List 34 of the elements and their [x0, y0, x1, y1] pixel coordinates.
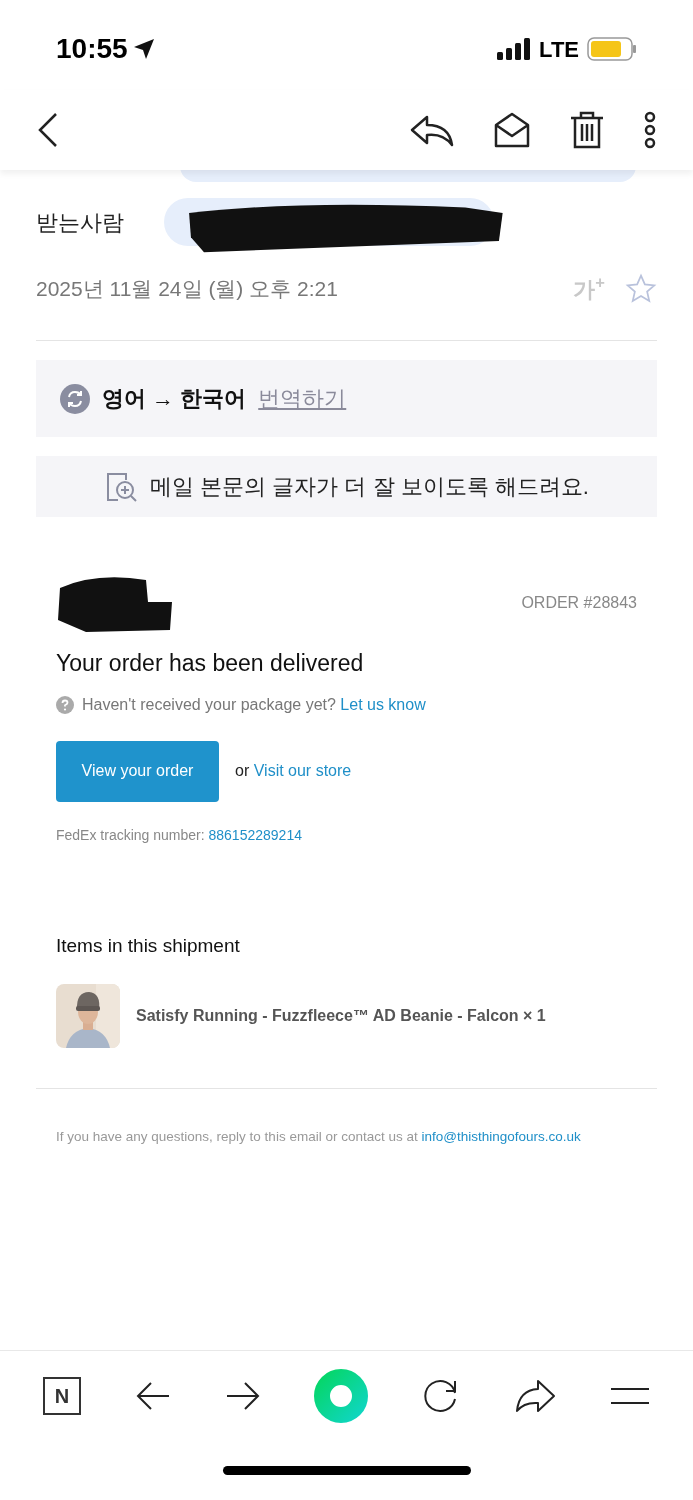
trash-button[interactable] [569, 110, 605, 150]
reply-button[interactable] [409, 113, 455, 147]
help-icon [56, 695, 74, 714]
footer-text: If you have any questions, reply to this email or contact us at info@thisthingofours.co.uk [55, 1128, 582, 1146]
store-text: or Visit our store [235, 761, 352, 781]
view-order-button[interactable]: View your order [56, 740, 219, 802]
readability-text: 메일 본문의 글자가 더 잘 보이도록 해드려요. [150, 473, 589, 501]
recipient-label: 받는사람 [36, 208, 124, 237]
translate-icon [60, 383, 90, 414]
envelope-open-button[interactable] [493, 111, 531, 149]
visit-store-link[interactable]: Visit our store [253, 762, 352, 779]
help-text: Haven't received your package yet? Let us know [82, 694, 426, 715]
language-pair: 영어 → 한국어 [102, 385, 247, 413]
footer-email-link[interactable]: info@thisthingofours.co.uk [421, 1129, 581, 1144]
status-time: 10:55 [56, 32, 128, 66]
back-arrow-button[interactable] [134, 1380, 171, 1412]
home-button[interactable]: N [42, 1377, 81, 1415]
items-heading: Items in this shipment [56, 933, 241, 958]
share-button[interactable] [514, 1379, 557, 1413]
star-button[interactable] [625, 273, 657, 305]
battery-icon [587, 37, 637, 61]
tracking-link[interactable]: 886152289214 [208, 826, 302, 843]
menu-button[interactable] [610, 1386, 650, 1406]
more-button[interactable] [643, 111, 657, 149]
order-heading: Your order has been delivered [56, 649, 365, 678]
date-text: 2025년 11월 24일 (월) 오후 2:21 [36, 276, 339, 303]
item-name: Satisfy Running - Fuzzfleece™ AD Beanie - Falcon × 1 [136, 1006, 546, 1026]
signal-icon [497, 38, 532, 60]
translate-link[interactable]: 번역하기 [258, 382, 347, 415]
forward-arrow-button[interactable] [224, 1380, 261, 1412]
tracking-text: FedEx tracking number: 886152289214 [56, 825, 303, 845]
let-us-know-link[interactable]: Let us know [340, 695, 426, 713]
order-number: ORDER #28843 [521, 593, 637, 613]
network-label: LTE [539, 35, 579, 64]
